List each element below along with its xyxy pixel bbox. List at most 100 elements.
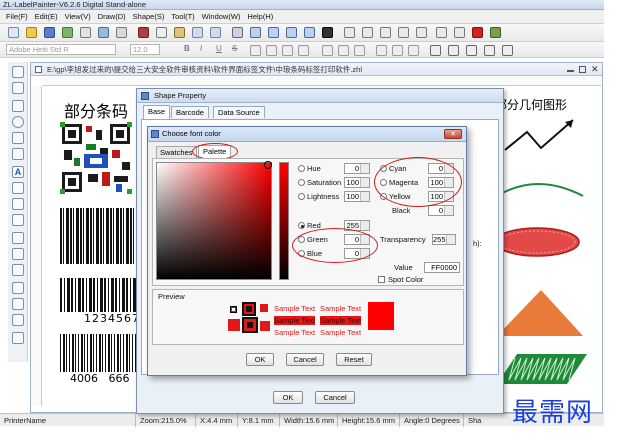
menu-draw[interactable]: Draw(D) xyxy=(98,12,126,21)
pdf-icon[interactable] xyxy=(472,27,483,38)
hue-input[interactable]: 0 xyxy=(344,163,370,174)
print-preview-icon[interactable] xyxy=(80,27,91,38)
lightness-input[interactable]: 100 xyxy=(344,191,370,202)
align-left-icon[interactable] xyxy=(250,45,261,56)
yellow-radio[interactable] xyxy=(380,193,387,200)
color-field[interactable] xyxy=(156,162,272,280)
magenta-radio[interactable] xyxy=(380,179,387,186)
hex-value-input[interactable]: FF0000 xyxy=(424,262,460,273)
settings-icon[interactable] xyxy=(116,27,127,38)
font-name-select[interactable]: Adobe Heiti Std R xyxy=(6,44,116,55)
qrcode-image[interactable] xyxy=(60,122,132,194)
strike-button[interactable]: S xyxy=(232,44,237,53)
bold-button[interactable]: B xyxy=(184,44,190,53)
align-top-icon[interactable] xyxy=(322,45,333,56)
same-height-icon[interactable] xyxy=(484,45,495,56)
saturation-input[interactable]: 100 xyxy=(344,177,370,188)
group-icon[interactable] xyxy=(430,45,441,56)
green-input[interactable]: 0 xyxy=(344,234,370,245)
minimize-icon[interactable] xyxy=(567,70,574,72)
lock-icon[interactable] xyxy=(416,27,427,38)
image-tool-icon[interactable] xyxy=(12,148,24,160)
cut-icon[interactable] xyxy=(138,27,149,38)
close-icon[interactable]: ✕ xyxy=(591,64,599,75)
pointer-tool-icon[interactable] xyxy=(12,66,24,78)
cyan-radio[interactable] xyxy=(380,165,387,172)
open-folder-icon[interactable] xyxy=(26,27,37,38)
same-size-icon[interactable] xyxy=(502,45,513,56)
barcode-pdf417[interactable] xyxy=(60,208,138,264)
font-size-select[interactable]: 12.0 xyxy=(130,44,160,55)
tab-data-source[interactable]: Data Source xyxy=(213,106,265,118)
menu-file[interactable]: File(F) xyxy=(6,12,28,21)
maximize-icon[interactable] xyxy=(579,66,586,73)
export-icon[interactable] xyxy=(490,27,501,38)
table-tool-icon[interactable] xyxy=(12,214,24,226)
red-input[interactable]: 255 xyxy=(344,220,370,231)
menu-tool[interactable]: Tool(T) xyxy=(171,12,194,21)
zoom-actual-icon[interactable] xyxy=(304,27,315,38)
zoom-out-icon[interactable] xyxy=(268,27,279,38)
line-tool-icon[interactable] xyxy=(12,100,24,112)
barcode-code128[interactable] xyxy=(60,278,138,312)
shape-ok-button[interactable]: OK xyxy=(273,391,303,404)
color-reset-button[interactable]: Reset xyxy=(336,353,372,366)
layer-icon[interactable] xyxy=(398,27,409,38)
zoom-fit-icon[interactable] xyxy=(286,27,297,38)
arrange-icon[interactable] xyxy=(376,45,387,56)
zoom-in-icon[interactable] xyxy=(250,27,261,38)
magenta-input[interactable]: 100 xyxy=(428,177,454,188)
align-center-icon[interactable] xyxy=(266,45,277,56)
tab-barcode[interactable]: Barcode xyxy=(171,106,209,118)
parallelogram-tool-icon[interactable] xyxy=(12,332,24,344)
curve-tool-icon[interactable] xyxy=(12,232,24,244)
hue-radio[interactable] xyxy=(298,165,305,172)
menu-shape[interactable]: Shape(S) xyxy=(133,12,165,21)
menu-view[interactable]: View(V) xyxy=(65,12,91,21)
close-icon[interactable]: ✕ xyxy=(444,129,462,139)
text-tool-icon[interactable] xyxy=(380,27,391,38)
arrange-3-icon[interactable] xyxy=(408,45,419,56)
rectangle-tool-icon[interactable] xyxy=(12,132,24,144)
menu-help[interactable]: Help(H) xyxy=(247,12,273,21)
redo-icon[interactable] xyxy=(210,27,221,38)
text-tool-icon[interactable]: A xyxy=(12,166,24,178)
color-slider[interactable] xyxy=(279,162,289,280)
cyan-input[interactable]: 0 xyxy=(428,163,454,174)
triangle-tool-icon[interactable] xyxy=(12,298,24,310)
select-icon[interactable] xyxy=(344,27,355,38)
color-cancel-button[interactable]: Cancel xyxy=(286,353,324,366)
polyline-tool-icon[interactable] xyxy=(12,264,24,276)
align-right-icon[interactable] xyxy=(282,45,293,56)
color-ok-button[interactable]: OK xyxy=(246,353,274,366)
tab-base[interactable]: Base xyxy=(143,105,171,119)
transparency-input[interactable]: 255 xyxy=(432,234,456,245)
align-bottom-icon[interactable] xyxy=(354,45,365,56)
tab-swatches[interactable]: Swatches xyxy=(156,146,197,158)
green-radio[interactable] xyxy=(298,236,305,243)
zoom-icon[interactable] xyxy=(232,27,243,38)
spot-color-checkbox[interactable] xyxy=(378,276,385,283)
arc-tool-icon[interactable] xyxy=(12,248,24,260)
barcode-tool-icon[interactable] xyxy=(12,182,24,194)
menu-window[interactable]: Window(W) xyxy=(202,12,241,21)
star-tool-icon[interactable] xyxy=(12,282,24,294)
color-field-cursor[interactable] xyxy=(264,161,272,169)
align-justify-icon[interactable] xyxy=(298,45,309,56)
tab-palette[interactable]: Palette xyxy=(198,145,232,158)
shape-cancel-button[interactable]: Cancel xyxy=(315,391,355,404)
paste-icon[interactable] xyxy=(174,27,185,38)
ungroup-icon[interactable] xyxy=(448,45,459,56)
diamond-tool-icon[interactable] xyxy=(12,314,24,326)
blue-input[interactable]: 0 xyxy=(344,248,370,259)
undo-icon[interactable] xyxy=(192,27,203,38)
black-input[interactable]: 0 xyxy=(428,205,454,216)
red-radio[interactable] xyxy=(298,222,305,229)
underline-button[interactable]: U xyxy=(216,44,222,53)
database-icon[interactable] xyxy=(62,27,73,38)
qrcode-tool-icon[interactable] xyxy=(12,198,24,210)
blue-radio[interactable] xyxy=(298,250,305,257)
distribute-icon[interactable] xyxy=(454,27,465,38)
ellipse-tool-icon[interactable] xyxy=(12,116,24,128)
saturation-radio[interactable] xyxy=(298,179,305,186)
